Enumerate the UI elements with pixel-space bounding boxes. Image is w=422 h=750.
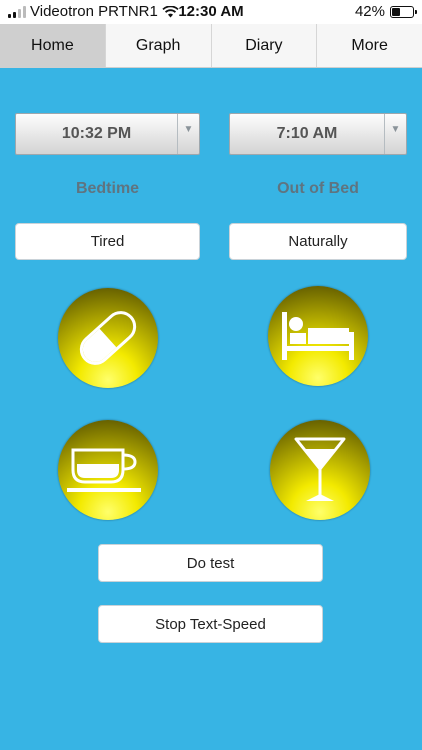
pill-icon	[79, 311, 137, 365]
battery-fill	[392, 7, 401, 16]
medication-button[interactable]	[58, 288, 158, 388]
bed-icon	[282, 312, 354, 360]
sleep-button[interactable]	[268, 286, 368, 386]
bedtime-feeling-button[interactable]: Tired	[15, 223, 200, 260]
tab-graph[interactable]: Graph	[106, 24, 212, 67]
wifi-icon	[162, 5, 179, 17]
stop-text-speed-button[interactable]: Stop Text-Speed	[98, 605, 323, 643]
out-of-bed-value: 7:10 AM	[276, 125, 338, 142]
chevron-down-icon: ▼	[177, 114, 199, 154]
out-of-bed-label: Out of Bed	[277, 180, 359, 197]
do-test-button[interactable]: Do test	[98, 544, 323, 582]
tab-more[interactable]: More	[317, 24, 422, 67]
bedtime-label: Bedtime	[75, 180, 140, 197]
cellular-signal-icon	[8, 5, 26, 18]
status-bar: Videotron PRTNR1 12:30 AM 42%	[0, 0, 422, 24]
chevron-down-icon: ▼	[384, 114, 406, 154]
cocktail-glass-icon	[294, 437, 346, 501]
battery-icon	[390, 5, 417, 18]
status-left: Videotron PRTNR1	[8, 3, 179, 20]
bedtime-value: 10:32 PM	[61, 125, 132, 142]
carrier-name: Videotron PRTNR1	[30, 3, 158, 20]
bedtime-picker[interactable]: 10:32 PM ▼	[15, 113, 200, 155]
tab-bar: Home Graph Diary More	[0, 24, 422, 68]
coffee-cup-icon	[67, 448, 141, 492]
wake-reason-button[interactable]: Naturally	[229, 223, 407, 260]
tab-home[interactable]: Home	[0, 24, 106, 67]
out-of-bed-picker[interactable]: 7:10 AM ▼	[229, 113, 407, 155]
battery-percent: 42%	[354, 3, 385, 20]
caffeine-button[interactable]	[58, 420, 158, 520]
tab-diary[interactable]: Diary	[212, 24, 318, 67]
alcohol-button[interactable]	[270, 420, 370, 520]
status-right: 42%	[354, 3, 417, 20]
